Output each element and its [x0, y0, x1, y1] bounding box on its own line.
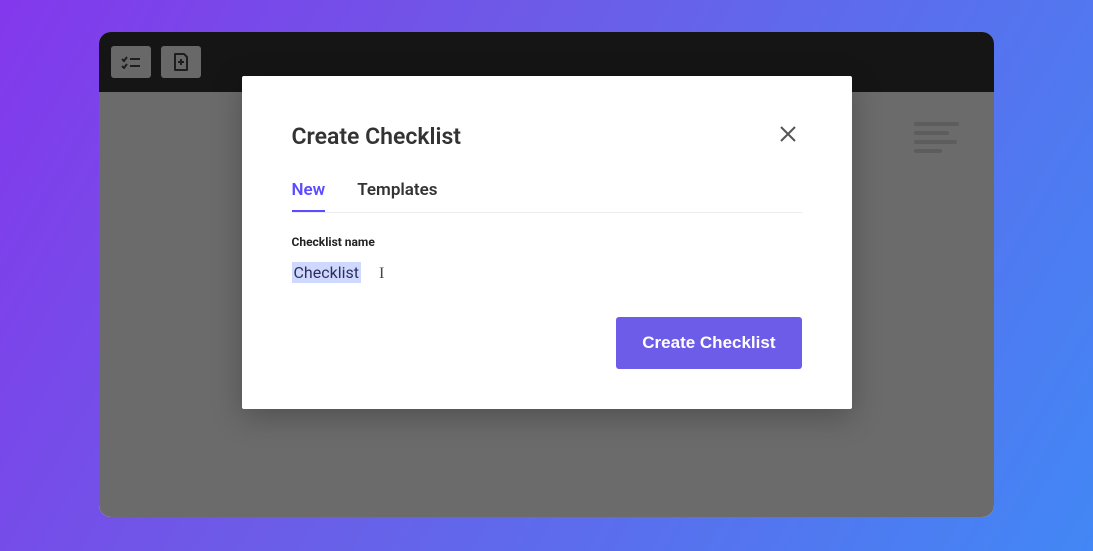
tab-new[interactable]: New	[292, 180, 326, 212]
text-cursor-icon: I	[379, 265, 380, 283]
app-window: Create Checklist New Templates Checklist…	[99, 32, 994, 517]
modal-header: Create Checklist	[292, 120, 802, 152]
checklist-name-input-wrap[interactable]: Checklist I	[292, 263, 802, 283]
checklist-name-label: Checklist name	[292, 235, 802, 249]
tabs: New Templates	[292, 180, 802, 213]
create-checklist-modal: Create Checklist New Templates Checklist…	[242, 76, 852, 409]
close-button[interactable]	[774, 120, 802, 152]
tab-templates[interactable]: Templates	[357, 180, 437, 212]
modal-title: Create Checklist	[292, 123, 462, 150]
checklist-name-input[interactable]: Checklist	[292, 262, 361, 283]
create-checklist-button[interactable]: Create Checklist	[616, 317, 801, 369]
close-icon	[778, 124, 798, 144]
modal-footer: Create Checklist	[292, 317, 802, 369]
